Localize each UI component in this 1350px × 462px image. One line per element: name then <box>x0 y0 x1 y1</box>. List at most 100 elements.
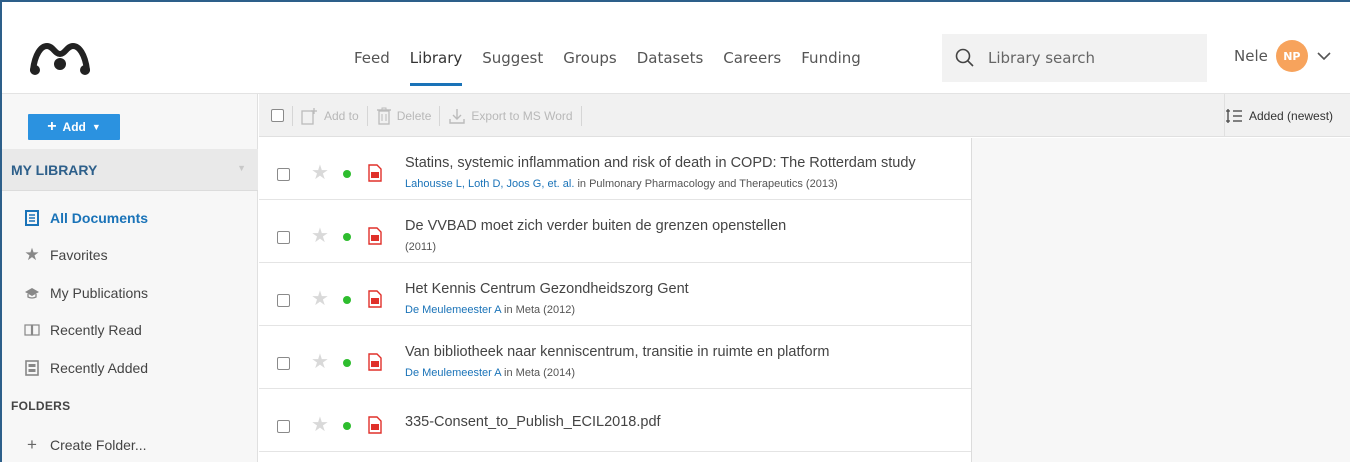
divider <box>439 105 441 126</box>
row-checkbox[interactable] <box>277 420 290 433</box>
create-folder-label: Create Folder... <box>50 437 147 453</box>
export-button[interactable]: Export to MS Word <box>448 107 573 125</box>
add-to-label: Add to <box>324 108 359 123</box>
delete-label: Delete <box>396 108 432 123</box>
book-icon <box>24 322 40 338</box>
avatar[interactable]: NP <box>1275 40 1308 72</box>
read-status-dot <box>343 233 351 241</box>
list-item[interactable]: ★ Het Kennis Centrum Gezondheidszorg Gen… <box>259 264 971 326</box>
nav-library[interactable]: Library <box>409 48 463 86</box>
document-authors[interactable]: De Meulemeester A <box>405 304 501 316</box>
divider <box>580 105 582 126</box>
sort-label: Added (newest) <box>1249 108 1334 123</box>
document-meta: Lahousse L, Loth D, Joos G, et. al. in P… <box>405 178 838 190</box>
document-authors[interactable]: Lahousse L, Loth D, Joos G, et. al. <box>405 178 574 190</box>
pdf-icon[interactable] <box>368 227 382 245</box>
collapse-caret-icon[interactable]: ▼ <box>237 163 246 173</box>
row-checkbox[interactable] <box>277 357 290 370</box>
add-to-folder-icon <box>301 107 317 125</box>
list-item[interactable]: ★ Van bibliotheek naar kenniscentrum, tr… <box>259 327 971 389</box>
documents-list: ★ Statins, systemic inflammation and ris… <box>259 138 971 462</box>
document-title[interactable]: Het Kennis Centrum Gezondheidszorg Gent <box>405 281 971 297</box>
document-title[interactable]: 335-Consent_to_Publish_ECIL2018.pdf <box>405 414 971 430</box>
add-button-label: Add <box>62 120 86 134</box>
list-item[interactable]: ★ De VVBAD moet zich verder buiten de gr… <box>259 201 971 263</box>
nav-groups[interactable]: Groups <box>563 48 616 78</box>
plus-icon: + <box>47 118 57 135</box>
create-folder-button[interactable]: + Create Folder... <box>24 434 147 456</box>
chevron-down-icon[interactable] <box>1316 48 1332 64</box>
sidebar-item-label: All Documents <box>50 210 149 226</box>
row-checkbox[interactable] <box>277 168 290 181</box>
caret-down-icon: ▼ <box>91 122 101 132</box>
documents-toolbar: Add to Delete Export to MS Word <box>259 94 1350 137</box>
read-status-dot <box>343 359 351 367</box>
document-meta: (2011) <box>405 241 436 253</box>
nav-datasets[interactable]: Datasets <box>637 48 704 78</box>
divider <box>292 105 293 126</box>
pdf-icon[interactable] <box>368 416 382 434</box>
sort-dropdown[interactable]: Added (newest) <box>1224 94 1350 137</box>
document-title[interactable]: Van bibliotheek naar kenniscentrum, tran… <box>405 344 971 360</box>
sort-icon <box>1226 108 1242 123</box>
pdf-icon[interactable] <box>368 290 382 308</box>
read-status-dot <box>343 296 351 304</box>
sidebar-item-label: My Publications <box>50 285 149 301</box>
inbox-icon <box>24 360 40 376</box>
favorite-star-icon[interactable]: ★ <box>311 163 329 183</box>
plus-icon: + <box>27 435 37 454</box>
user-name: Nele <box>1234 47 1268 65</box>
sidebar-item-recently-added[interactable]: Recently Added <box>24 357 148 379</box>
add-button[interactable]: + Add ▼ <box>28 114 120 140</box>
document-authors[interactable]: De Meulemeester A <box>405 367 501 379</box>
folders-heading: FOLDERS <box>11 399 71 413</box>
documents-icon <box>24 210 40 226</box>
favorite-star-icon[interactable]: ★ <box>311 415 329 435</box>
list-item[interactable]: ★ Statins, systemic inflammation and ris… <box>259 138 971 200</box>
list-item[interactable]: ★ 335-Consent_to_Publish_ECIL2018.pdf <box>259 390 971 452</box>
document-meta: De Meulemeester A in Meta (2012) <box>405 304 575 316</box>
user-menu[interactable]: Nele NP <box>1234 40 1332 72</box>
sidebar-item-label: Favorites <box>50 247 108 263</box>
nav-careers[interactable]: Careers <box>723 48 781 78</box>
star-icon: ★ <box>24 245 40 264</box>
app-window: Feed Library Suggest Groups Datasets Car… <box>0 0 1350 462</box>
document-title[interactable]: Statins, systemic inflammation and risk … <box>405 155 971 171</box>
row-checkbox[interactable] <box>277 231 290 244</box>
graduation-cap-icon <box>24 285 40 301</box>
top-header: Feed Library Suggest Groups Datasets Car… <box>2 2 1350 94</box>
search-input[interactable] <box>988 49 1188 67</box>
read-status-dot <box>343 422 351 430</box>
sidebar-item-label: Recently Read <box>50 322 142 338</box>
document-title[interactable]: De VVBAD moet zich verder buiten de gren… <box>405 218 971 234</box>
trash-icon <box>376 107 391 125</box>
my-library-header[interactable]: MY LIBRARY ▼ <box>2 149 258 191</box>
document-source: in Pulmonary Pharmacology and Therapeuti… <box>574 178 838 190</box>
sidebar-item-recently-read[interactable]: Recently Read <box>24 319 142 341</box>
favorite-star-icon[interactable]: ★ <box>311 352 329 372</box>
nav-suggest[interactable]: Suggest <box>482 48 543 78</box>
select-all-checkbox[interactable] <box>271 109 284 122</box>
pdf-icon[interactable] <box>368 353 382 371</box>
sidebar-item-favorites[interactable]: ★ Favorites <box>24 244 108 266</box>
mendeley-logo-icon[interactable] <box>29 40 91 76</box>
download-icon <box>449 108 466 124</box>
nav-funding[interactable]: Funding <box>801 48 861 78</box>
search-icon <box>955 48 974 67</box>
read-status-dot <box>343 170 351 178</box>
row-checkbox[interactable] <box>277 294 290 307</box>
document-source: in Meta (2014) <box>501 367 575 379</box>
pdf-icon[interactable] <box>368 164 382 182</box>
sidebar-item-label: Recently Added <box>50 360 149 376</box>
export-label: Export to MS Word <box>471 108 573 123</box>
sidebar-item-my-publications[interactable]: My Publications <box>24 282 148 304</box>
sidebar: + Add ▼ MY LIBRARY ▼ All Documents ★ Fav… <box>2 94 258 462</box>
favorite-star-icon[interactable]: ★ <box>311 289 329 309</box>
delete-button[interactable]: Delete <box>376 107 432 125</box>
sidebar-item-all-documents[interactable]: All Documents <box>24 207 148 229</box>
library-search[interactable] <box>942 34 1207 82</box>
nav-feed[interactable]: Feed <box>354 48 390 78</box>
favorite-star-icon[interactable]: ★ <box>311 226 329 246</box>
add-to-button[interactable]: Add to <box>301 107 359 125</box>
main-nav: Feed Library Suggest Groups Datasets Car… <box>354 48 881 86</box>
